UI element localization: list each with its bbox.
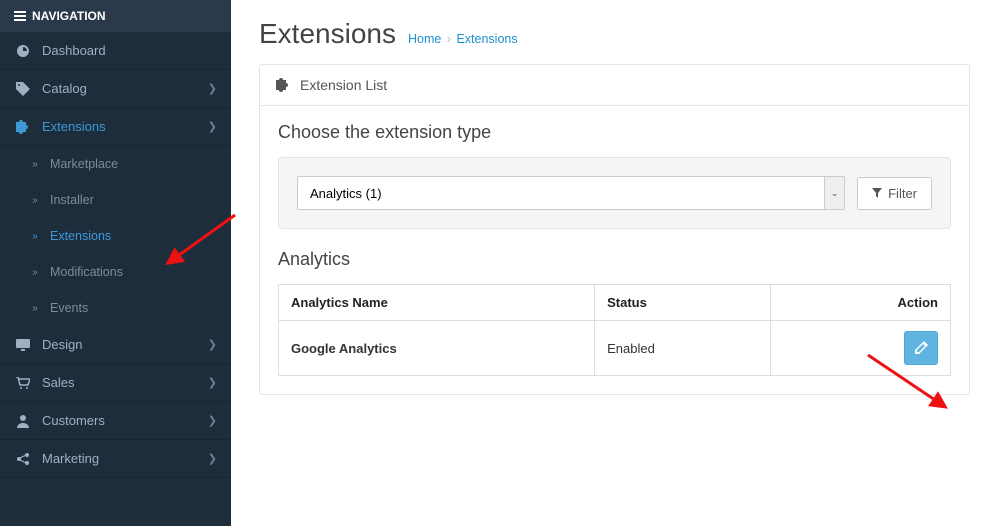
sidebar-subitem-modifications[interactable]: » Modifications: [0, 254, 231, 290]
sidebar-item-dashboard[interactable]: Dashboard: [0, 32, 231, 70]
panel-heading-label: Extension List: [300, 77, 387, 93]
sidebar-subitem-label: Marketplace: [50, 157, 118, 171]
choose-type-title: Choose the extension type: [278, 122, 951, 143]
sidebar-subitem-label: Installer: [50, 193, 94, 207]
edit-button[interactable]: [904, 331, 938, 365]
chevron-right-icon: ❯: [208, 120, 217, 133]
extension-type-select-wrap: Analytics (1) ⌄: [297, 176, 845, 210]
sidebar-subitem-label: Modifications: [50, 265, 123, 279]
hamburger-icon: [14, 11, 26, 21]
filter-button-label: Filter: [888, 186, 917, 201]
chevron-right-icon: ❯: [208, 338, 217, 351]
row-status: Enabled: [595, 321, 771, 376]
double-chevron-icon: »: [28, 231, 42, 242]
extensions-table: Analytics Name Status Action Google Anal…: [278, 284, 951, 376]
sidebar-item-marketing[interactable]: Marketing ❯: [0, 440, 231, 478]
desktop-icon: [14, 339, 32, 351]
breadcrumb: Home › Extensions: [408, 32, 518, 46]
sidebar-item-label: Design: [42, 337, 82, 352]
user-icon: [14, 414, 32, 428]
double-chevron-icon: »: [28, 159, 42, 170]
sidebar-item-label: Sales: [42, 375, 75, 390]
filter-button[interactable]: Filter: [857, 177, 932, 210]
table-header-row: Analytics Name Status Action: [279, 285, 951, 321]
col-status: Status: [595, 285, 771, 321]
sidebar-subitem-events[interactable]: » Events: [0, 290, 231, 326]
sidebar-subitem-installer[interactable]: » Installer: [0, 182, 231, 218]
double-chevron-icon: »: [28, 267, 42, 278]
puzzle-icon: [276, 78, 290, 92]
col-action: Action: [771, 285, 951, 321]
sidebar-item-customers[interactable]: Customers ❯: [0, 402, 231, 440]
sidebar-item-label: Dashboard: [42, 43, 106, 58]
select-caret-icon: ⌄: [824, 177, 844, 209]
page-title: Extensions: [259, 18, 396, 50]
chevron-right-icon: ❯: [208, 82, 217, 95]
analytics-title: Analytics: [278, 249, 951, 270]
sidebar-item-label: Catalog: [42, 81, 87, 96]
sidebar-subitem-extensions[interactable]: » Extensions: [0, 218, 231, 254]
row-name: Google Analytics: [279, 321, 595, 376]
double-chevron-icon: »: [28, 195, 42, 206]
extension-panel: Extension List Choose the extension type…: [259, 64, 970, 395]
page-header: Extensions Home › Extensions: [231, 0, 998, 64]
double-chevron-icon: »: [28, 303, 42, 314]
nav-header-label: NAVIGATION: [32, 9, 106, 23]
sidebar-subitem-label: Events: [50, 301, 88, 315]
filter-well: Analytics (1) ⌄ Filter: [278, 157, 951, 229]
sidebar-item-sales[interactable]: Sales ❯: [0, 364, 231, 402]
chevron-right-icon: ❯: [208, 414, 217, 427]
cart-icon: [14, 377, 32, 389]
main-content: Extensions Home › Extensions Extension L…: [231, 0, 998, 526]
panel-body: Choose the extension type Analytics (1) …: [260, 106, 969, 394]
sidebar: NAVIGATION Dashboard Catalog ❯ Extension…: [0, 0, 231, 526]
sidebar-item-catalog[interactable]: Catalog ❯: [0, 70, 231, 108]
dashboard-icon: [14, 44, 32, 58]
nav-header: NAVIGATION: [0, 0, 231, 32]
chevron-right-icon: ❯: [208, 376, 217, 389]
extension-type-select[interactable]: Analytics (1): [298, 178, 824, 209]
sidebar-subitem-label: Extensions: [50, 229, 111, 243]
table-row: Google Analytics Enabled: [279, 321, 951, 376]
filter-icon: [872, 188, 882, 198]
sidebar-item-label: Customers: [42, 413, 105, 428]
pencil-icon: [914, 341, 928, 355]
sidebar-item-label: Extensions: [42, 119, 106, 134]
breadcrumb-current[interactable]: Extensions: [456, 32, 517, 46]
puzzle-icon: [14, 120, 32, 134]
tag-icon: [14, 82, 32, 96]
breadcrumb-home[interactable]: Home: [408, 32, 441, 46]
breadcrumb-separator: ›: [447, 32, 451, 46]
chevron-right-icon: ❯: [208, 452, 217, 465]
panel-heading: Extension List: [260, 65, 969, 106]
sidebar-item-extensions[interactable]: Extensions ❯: [0, 108, 231, 146]
sidebar-item-label: Marketing: [42, 451, 99, 466]
sidebar-subitem-marketplace[interactable]: » Marketplace: [0, 146, 231, 182]
share-icon: [14, 453, 32, 465]
col-name: Analytics Name: [279, 285, 595, 321]
row-action: [771, 321, 951, 376]
sidebar-item-design[interactable]: Design ❯: [0, 326, 231, 364]
